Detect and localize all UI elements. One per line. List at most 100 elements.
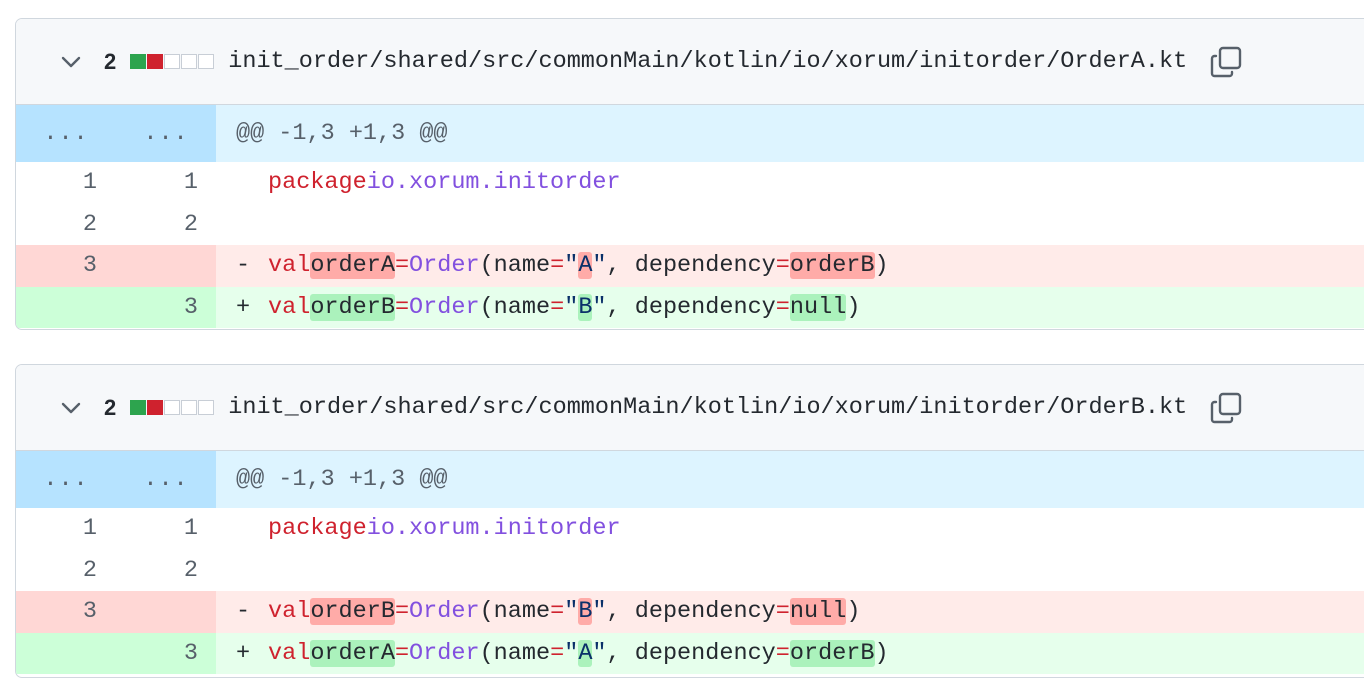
new-line-number[interactable] <box>116 245 216 287</box>
package-name: io.xorum.initorder <box>366 169 621 197</box>
diffstat-block-neutral <box>198 54 215 69</box>
copy-icon[interactable] <box>1209 45 1243 79</box>
diff-marker <box>236 211 268 238</box>
deletion-line: 3 - val orderB = Order(name = " B ", depend… <box>16 591 1364 633</box>
variable-name: orderA <box>310 639 395 667</box>
old-line-number[interactable]: 1 <box>16 162 116 204</box>
string-value: B <box>578 293 593 321</box>
comma: , <box>606 293 635 321</box>
code-line <box>216 204 1364 246</box>
old-line-number[interactable] <box>16 632 116 674</box>
string-quote: " <box>592 293 607 321</box>
string-quote: " <box>564 639 579 667</box>
dependency-value: orderB <box>789 639 875 667</box>
paren-close: ) <box>846 598 861 626</box>
diff-marker <box>236 515 268 542</box>
operator: = <box>775 252 790 280</box>
file-path[interactable]: init_order/shared/src/commonMain/kotlin/… <box>228 48 1187 75</box>
context-line: 2 2 <box>16 204 1364 246</box>
change-count: 2 <box>104 394 117 420</box>
arg-name: dependency <box>634 252 776 280</box>
new-line-number[interactable]: 1 <box>116 162 216 204</box>
deletion-line: 3 - val orderA = Order(name = " A ", depend… <box>16 245 1364 287</box>
old-line-number[interactable]: 3 <box>16 245 116 287</box>
context-line: 1 1 package io.xorum.initorder <box>16 508 1364 550</box>
diffstat-block-neutral <box>164 54 181 69</box>
keyword-val: val <box>268 293 311 321</box>
new-line-number[interactable] <box>116 591 216 633</box>
dependency-value: orderB <box>789 252 875 280</box>
operator: = <box>550 252 565 280</box>
arg-name: name <box>493 598 551 626</box>
copy-icon[interactable] <box>1209 391 1243 425</box>
operator: = <box>775 293 790 321</box>
chevron-down-icon[interactable] <box>60 51 82 73</box>
diff-table: ... ... @@ -1,3 +1,3 @@ 1 1 package io.x… <box>16 451 1364 674</box>
diffstat-block-deleted <box>147 400 164 415</box>
paren-open: ( <box>479 293 494 321</box>
addition-line: 3 + val orderA = Order(name = " A ", depend… <box>16 632 1364 674</box>
hunk-expand-new[interactable]: ... <box>116 451 216 508</box>
constructor: Order <box>409 639 480 667</box>
file-path[interactable]: init_order/shared/src/commonMain/kotlin/… <box>228 394 1187 421</box>
diff-marker: + <box>236 639 251 667</box>
keyword-val: val <box>268 598 311 626</box>
old-line-number[interactable] <box>16 286 116 328</box>
arg-name: name <box>493 639 551 667</box>
arg-name: dependency <box>634 293 776 321</box>
operator: = <box>550 598 565 626</box>
hunk-row: ... ... @@ -1,3 +1,3 @@ <box>16 105 1364 162</box>
dependency-value: null <box>789 598 847 626</box>
operator: = <box>775 598 790 626</box>
diff-marker: - <box>236 252 251 280</box>
diff-marker <box>236 169 268 196</box>
new-line-number[interactable]: 3 <box>116 286 216 328</box>
hunk-expand-old[interactable]: ... <box>16 451 116 508</box>
file-header: 2 init_order/shared/src/commonMain/kotli… <box>16 19 1364 105</box>
string-quote: " <box>592 598 607 626</box>
operator: = <box>394 252 410 280</box>
code-line: package io.xorum.initorder <box>216 162 1364 204</box>
comma: , <box>606 252 635 280</box>
code-line: + val orderB = Order(name = " B ", dependen… <box>216 286 1364 328</box>
diffstat <box>130 54 215 69</box>
arg-name: dependency <box>634 598 776 626</box>
constructor: Order <box>409 252 480 280</box>
string-quote: " <box>592 639 607 667</box>
operator: = <box>394 598 410 626</box>
code-line <box>216 550 1364 592</box>
package-name: io.xorum.initorder <box>366 515 621 543</box>
paren-close: ) <box>874 639 889 667</box>
diffstat-block-neutral <box>198 400 215 415</box>
hunk-expand-new[interactable]: ... <box>116 105 216 162</box>
variable-name: orderB <box>310 293 395 321</box>
hunk-expand-old[interactable]: ... <box>16 105 116 162</box>
diffstat-block-neutral <box>181 400 198 415</box>
chevron-down-icon[interactable] <box>60 397 82 419</box>
operator: = <box>394 293 410 321</box>
arg-name: name <box>493 293 551 321</box>
diffstat <box>130 400 215 415</box>
string-quote: " <box>592 252 607 280</box>
diff-file-orderB: 2 init_order/shared/src/commonMain/kotli… <box>15 364 1364 678</box>
paren-open: ( <box>479 252 494 280</box>
new-line-number[interactable]: 1 <box>116 508 216 550</box>
diffstat-block-added <box>130 54 147 69</box>
hunk-row: ... ... @@ -1,3 +1,3 @@ <box>16 451 1364 508</box>
change-count: 2 <box>104 48 117 74</box>
old-line-number[interactable]: 2 <box>16 550 116 592</box>
operator: = <box>775 639 790 667</box>
old-line-number[interactable]: 2 <box>16 204 116 246</box>
new-line-number[interactable]: 2 <box>116 204 216 246</box>
keyword: package <box>268 169 367 197</box>
constructor: Order <box>409 293 480 321</box>
diffstat-block-deleted <box>147 54 164 69</box>
new-line-number[interactable]: 2 <box>116 550 216 592</box>
addition-line: 3 + val orderB = Order(name = " B ", depend… <box>16 286 1364 328</box>
old-line-number[interactable]: 1 <box>16 508 116 550</box>
diffstat-block-added <box>130 400 147 415</box>
new-line-number[interactable]: 3 <box>116 632 216 674</box>
old-line-number[interactable]: 3 <box>16 591 116 633</box>
operator: = <box>550 293 565 321</box>
string-value: A <box>578 639 593 667</box>
